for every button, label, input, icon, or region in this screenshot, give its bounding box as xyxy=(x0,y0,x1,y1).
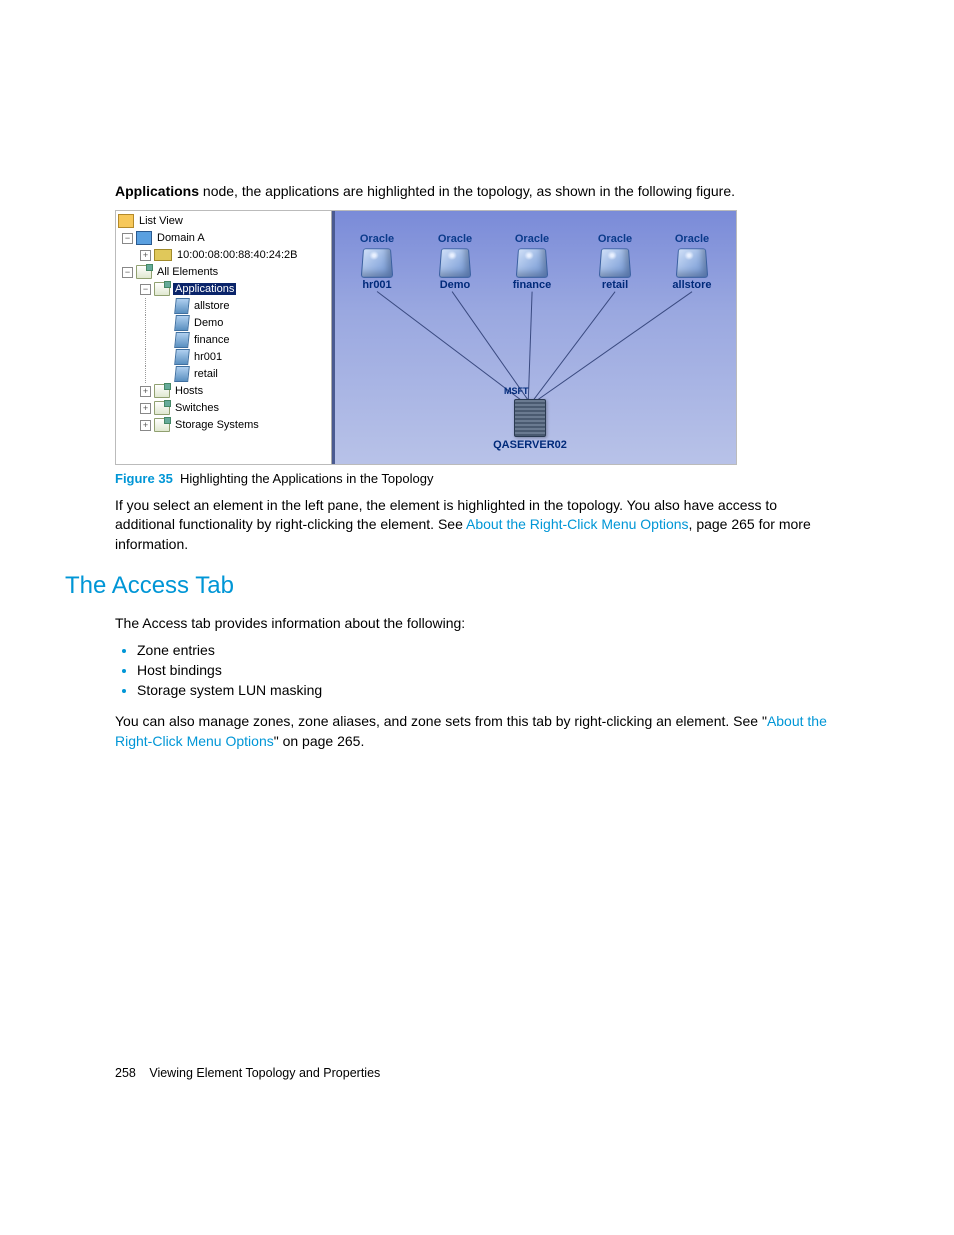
folder-icon xyxy=(136,265,152,279)
expand-icon[interactable]: + xyxy=(140,420,151,431)
intro-rest: node, the applications are highlighted i… xyxy=(199,183,735,199)
topology-node-demo[interactable]: Oracle Demo xyxy=(420,233,490,291)
folder-icon xyxy=(154,418,170,432)
paragraph-after-figure: If you select an element in the left pan… xyxy=(115,496,835,555)
folder-icon xyxy=(154,401,170,415)
tree-app-allstore[interactable]: allstore xyxy=(116,298,331,315)
database-icon xyxy=(439,248,472,278)
tree-hosts[interactable]: + Hosts xyxy=(116,383,331,400)
topology-canvas[interactable]: Oracle hr001 Oracle Demo Oracle finance … xyxy=(332,211,736,464)
tree-view-panel[interactable]: List View − Domain A + 10:00:08:00:88:40… xyxy=(116,211,332,464)
list-view-icon xyxy=(118,214,134,228)
access-tab-bullets: Zone entries Host bindings Storage syste… xyxy=(115,642,835,698)
expand-icon[interactable]: + xyxy=(140,250,151,261)
tree-switch-wwn[interactable]: + 10:00:08:00:88:40:24:2B xyxy=(116,247,331,264)
folder-icon xyxy=(154,384,170,398)
topology-node-retail[interactable]: Oracle retail xyxy=(580,233,650,291)
collapse-icon[interactable]: − xyxy=(140,284,151,295)
tree-storage-systems[interactable]: + Storage Systems xyxy=(116,417,331,434)
figure-number: Figure 35 xyxy=(115,471,173,486)
topology-node-hr001[interactable]: Oracle hr001 xyxy=(342,233,412,291)
tree-app-hr001[interactable]: hr001 xyxy=(116,349,331,366)
list-item: Storage system LUN masking xyxy=(137,682,835,698)
tree-all-elements[interactable]: − All Elements xyxy=(116,264,331,281)
server-vendor-badge: MSFT xyxy=(504,386,529,396)
database-icon xyxy=(516,248,549,278)
topology-node-allstore[interactable]: Oracle allstore xyxy=(657,233,727,291)
application-icon xyxy=(174,349,190,365)
list-item: Host bindings xyxy=(137,662,835,678)
database-icon xyxy=(599,248,632,278)
topology-edge xyxy=(528,291,693,407)
tree-switches[interactable]: + Switches xyxy=(116,400,331,417)
domain-icon xyxy=(136,231,152,245)
tree-root[interactable]: List View xyxy=(116,213,331,230)
application-icon xyxy=(174,315,190,331)
list-item: Zone entries xyxy=(137,642,835,658)
page-number: 258 xyxy=(115,1066,136,1080)
chapter-title: Viewing Element Topology and Properties xyxy=(149,1066,380,1080)
database-icon xyxy=(361,248,394,278)
server-icon xyxy=(514,399,546,437)
link-right-click-menu-options[interactable]: About the Right-Click Menu Options xyxy=(466,516,689,532)
intro-paragraph: Applications node, the applications are … xyxy=(115,182,835,202)
server-name-label: QASERVER02 xyxy=(480,439,580,451)
tree-app-demo[interactable]: Demo xyxy=(116,315,331,332)
figure-35: List View − Domain A + 10:00:08:00:88:40… xyxy=(115,210,737,465)
expand-icon[interactable]: + xyxy=(140,386,151,397)
page-footer: 258 Viewing Element Topology and Propert… xyxy=(115,1066,380,1080)
folder-icon xyxy=(154,282,170,296)
expand-icon[interactable]: + xyxy=(140,403,151,414)
topology-node-finance[interactable]: Oracle finance xyxy=(497,233,567,291)
topology-edge xyxy=(527,291,615,408)
application-icon xyxy=(174,332,190,348)
applications-bold: Applications xyxy=(115,183,199,199)
tree-domain-a[interactable]: − Domain A xyxy=(116,230,331,247)
collapse-icon[interactable]: − xyxy=(122,267,133,278)
tree-app-retail[interactable]: retail xyxy=(116,366,331,383)
tree-applications[interactable]: − Applications xyxy=(116,281,331,298)
collapse-icon[interactable]: − xyxy=(122,233,133,244)
heading-access-tab: The Access Tab xyxy=(65,572,835,600)
access-tab-closing: You can also manage zones, zone aliases,… xyxy=(115,712,835,751)
figure-caption: Figure 35 Highlighting the Applications … xyxy=(115,471,835,486)
topology-node-server[interactable]: QASERVER02 xyxy=(480,399,580,451)
switch-icon xyxy=(154,249,172,261)
application-icon xyxy=(174,298,190,314)
figure-caption-text: Highlighting the Applications in the Top… xyxy=(180,471,433,486)
application-icon xyxy=(174,366,190,382)
access-tab-intro: The Access tab provides information abou… xyxy=(115,614,835,634)
database-icon xyxy=(676,248,709,278)
tree-app-finance[interactable]: finance xyxy=(116,332,331,349)
